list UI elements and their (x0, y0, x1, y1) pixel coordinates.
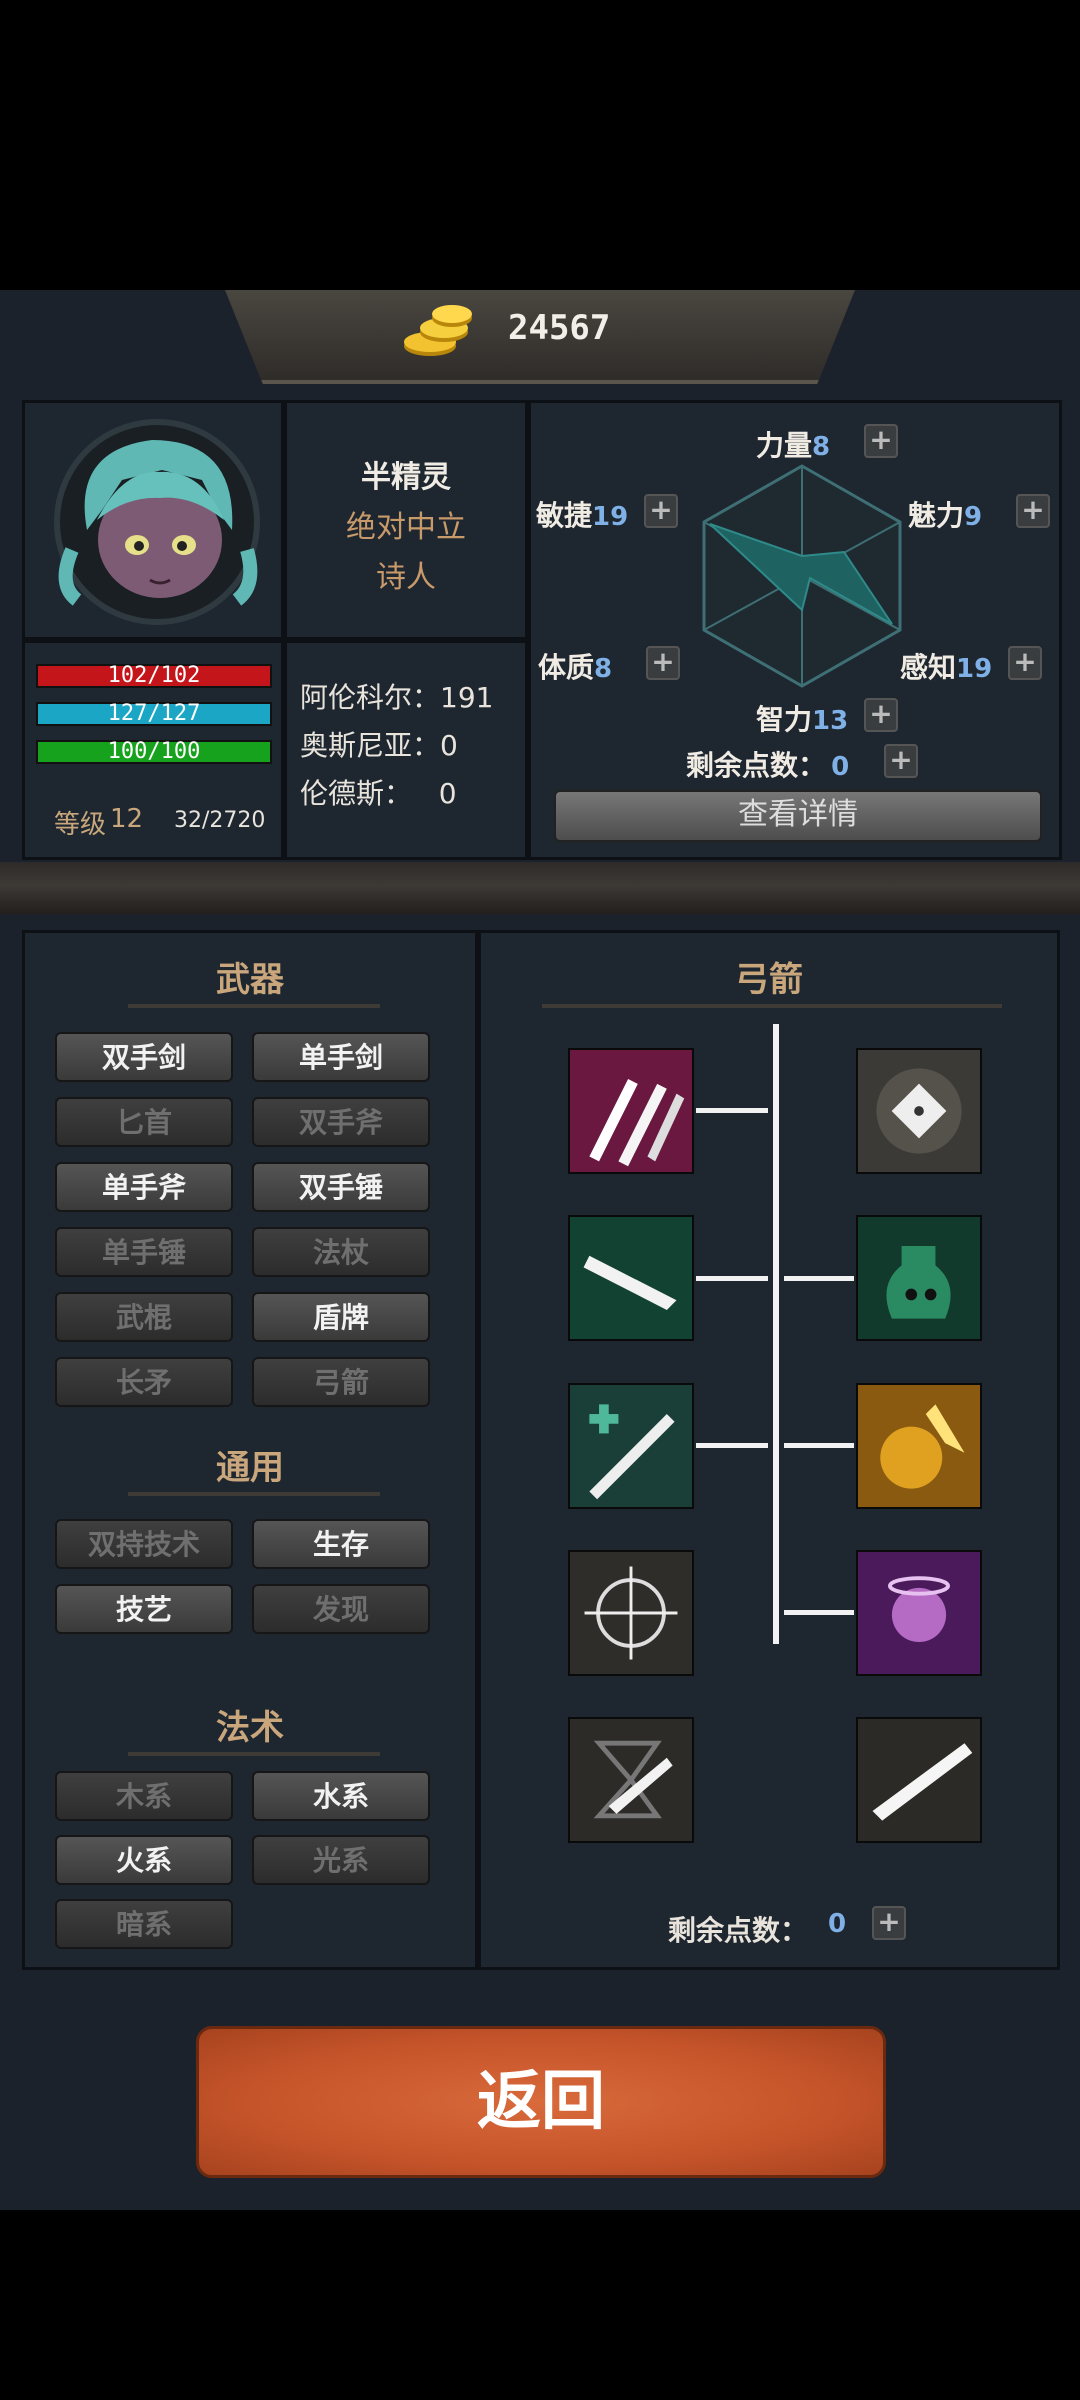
tree-branch (784, 1610, 854, 1615)
skill-tree-divider (542, 1004, 1002, 1008)
magic-divider (128, 1752, 380, 1756)
general-button[interactable]: 发现 (252, 1584, 430, 1634)
magic-button[interactable]: 木系 (55, 1771, 233, 1821)
mp-text: 127/127 (107, 701, 201, 726)
general-button[interactable]: 技艺 (55, 1584, 233, 1634)
gold-amount: 24567 (508, 308, 611, 348)
golden-burst-skill-icon[interactable] (856, 1383, 982, 1509)
tree-branch (696, 1276, 768, 1281)
tree-trunk (773, 1024, 779, 1644)
target-dice-skill-icon[interactable] (856, 1048, 982, 1174)
weapon-button[interactable]: 双手锤 (252, 1162, 430, 1212)
hourglass-arrow-skill-icon[interactable] (568, 1717, 694, 1843)
constitution-plus-button[interactable]: + (646, 646, 680, 680)
attr-perception: 感知19 (900, 651, 993, 684)
race: 半精灵 (361, 460, 451, 495)
tree-branch (784, 1276, 854, 1281)
stamina-text: 100/100 (107, 739, 201, 764)
attr-charm: 魅力9 (908, 499, 983, 532)
poison-flask-skill-icon[interactable] (856, 1215, 982, 1341)
reputation-row: 阿伦科尔：191 (300, 681, 494, 714)
weapons-divider (128, 1004, 380, 1008)
weapon-button[interactable]: 双手斧 (252, 1097, 430, 1147)
skill-plus-button[interactable]: + (872, 1906, 906, 1940)
spirit-skill-icon[interactable] (856, 1550, 982, 1676)
weapon-button[interactable]: 双手剑 (55, 1032, 233, 1082)
weapon-button[interactable]: 单手剑 (252, 1032, 430, 1082)
intelligence-plus-button[interactable]: + (864, 698, 898, 732)
magic-button[interactable]: 水系 (252, 1771, 430, 1821)
return-button[interactable]: 返回 (196, 2026, 886, 2178)
power-shot-skill-icon[interactable] (856, 1717, 982, 1843)
attr-intelligence: 智力13 (756, 703, 849, 736)
weapon-button[interactable]: 长矛 (55, 1357, 233, 1407)
attr-constitution: 体质8 (538, 651, 613, 684)
crosshair-skill-icon[interactable] (568, 1550, 694, 1676)
perception-plus-button[interactable]: + (1008, 646, 1042, 680)
skill-remaining-value: 0 (828, 1909, 847, 1939)
strength-plus-button[interactable]: + (864, 424, 898, 458)
vine-divider (0, 862, 1080, 914)
agility-plus-button[interactable]: + (644, 494, 678, 528)
weapon-button[interactable]: 匕首 (55, 1097, 233, 1147)
level-label: 等级 (54, 810, 107, 840)
general-title: 通用 (216, 1448, 284, 1488)
tree-branch (784, 1443, 854, 1448)
general-divider (128, 1492, 380, 1496)
weapon-button[interactable]: 单手斧 (55, 1162, 233, 1212)
weapon-button[interactable]: 武棍 (55, 1292, 233, 1342)
magic-title: 法术 (216, 1708, 284, 1748)
reputation-row: 奥斯尼亚：0 (300, 729, 458, 762)
weapons-title: 武器 (216, 960, 284, 1000)
alignment: 绝对中立 (346, 510, 466, 545)
weapon-button[interactable]: 弓箭 (252, 1357, 430, 1407)
class: 诗人 (376, 560, 436, 595)
general-button[interactable]: 生存 (252, 1519, 430, 1569)
piercing-arrow-skill-icon[interactable] (568, 1215, 694, 1341)
healing-arrow-skill-icon[interactable] (568, 1383, 694, 1509)
character-portrait (54, 419, 260, 625)
charm-plus-button[interactable]: + (1016, 494, 1050, 528)
hp-text: 102/102 (107, 663, 201, 688)
attr-remaining: 剩余点数： 0 (686, 749, 850, 782)
magic-button[interactable]: 暗系 (55, 1899, 233, 1949)
weapon-button[interactable]: 法杖 (252, 1227, 430, 1277)
level-value: 12 (110, 804, 144, 834)
skill-remaining-label: 剩余点数： (668, 1914, 809, 1947)
gold-coin-icon (404, 305, 472, 356)
magic-button[interactable]: 火系 (55, 1835, 233, 1885)
attribute-radar-chart (702, 464, 902, 688)
view-details-button[interactable]: 查看详情 (554, 790, 1042, 842)
skill-tree-title: 弓箭 (735, 960, 803, 1000)
arrow-volley-skill-icon[interactable] (568, 1048, 694, 1174)
reputation-row: 伦德斯： 0 (300, 777, 457, 810)
magic-button[interactable]: 光系 (252, 1835, 430, 1885)
tree-branch (696, 1108, 768, 1113)
weapon-button[interactable]: 单手锤 (55, 1227, 233, 1277)
exp-value: 32/2720 (174, 808, 266, 833)
attr-strength: 力量8 (756, 429, 831, 462)
general-button[interactable]: 双持技术 (55, 1519, 233, 1569)
attr-agility: 敏捷19 (536, 499, 629, 532)
tree-branch (696, 1443, 768, 1448)
weapon-button[interactable]: 盾牌 (252, 1292, 430, 1342)
remaining-plus-button[interactable]: + (884, 744, 918, 778)
